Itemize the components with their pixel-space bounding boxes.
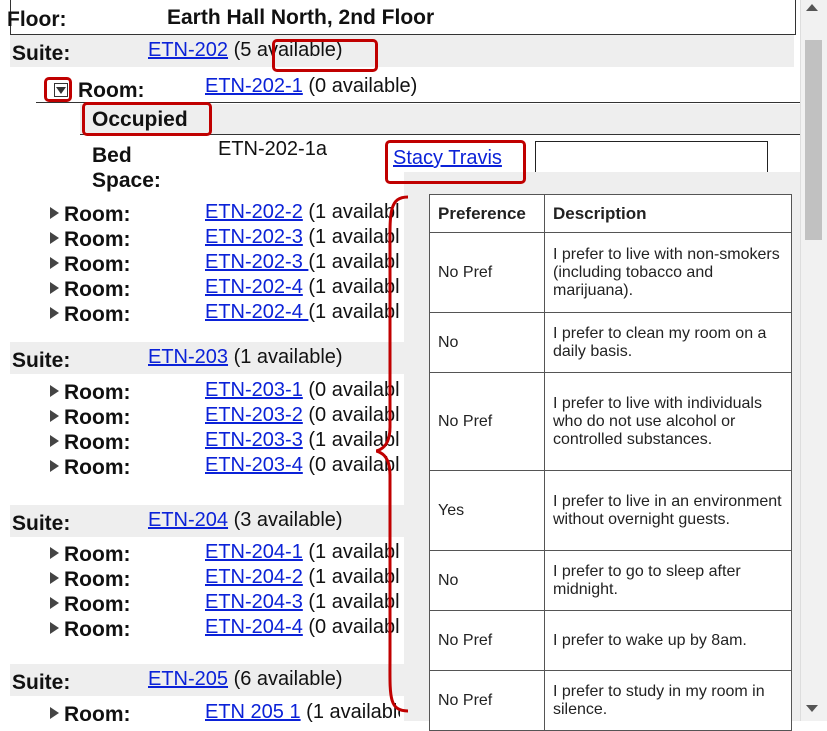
preference-value: No Pref	[429, 670, 545, 731]
expand-arrow-icon[interactable]	[50, 707, 59, 719]
room-availability: (0 available)	[308, 75, 418, 97]
highlight-occupied-status	[82, 102, 212, 136]
floor-name: Earth Hall North, 2nd Floor	[167, 6, 435, 29]
preference-description: I prefer to wake up by 8am.	[544, 610, 792, 671]
suite-label: Suite:	[12, 512, 71, 535]
preferences-table: Preference Description No Pref I prefer t…	[429, 194, 792, 731]
highlight-suite-availability	[272, 39, 378, 72]
preference-value: No	[429, 550, 545, 611]
expand-arrow-icon[interactable]	[50, 282, 59, 294]
room-link[interactable]: ETN-202-3	[205, 226, 303, 248]
room-link[interactable]: ETN-204-2	[205, 566, 303, 588]
table-header-row: Preference Description	[429, 194, 792, 233]
room-link[interactable]: ETN-204-1	[205, 541, 303, 563]
scroll-down-icon[interactable]	[806, 705, 818, 712]
table-row: No Pref I prefer to wake up by 8am.	[429, 610, 792, 671]
preference-column-header: Preference	[429, 194, 545, 233]
suite-availability: (6 available)	[233, 668, 343, 690]
suite-row: Suite: ETN-202 (5 available)	[10, 35, 794, 67]
room-link[interactable]: ETN-202-1	[205, 75, 303, 97]
expand-arrow-icon[interactable]	[50, 207, 59, 219]
suite-label: Suite:	[12, 671, 71, 694]
room-row-expanded	[36, 71, 812, 103]
bracket-annotation	[376, 195, 409, 713]
bed-space-id: ETN-202-1a	[218, 138, 327, 160]
preference-value: Yes	[429, 470, 545, 551]
expand-arrow-icon[interactable]	[50, 257, 59, 269]
expand-arrow-icon[interactable]	[50, 307, 59, 319]
room-link[interactable]: ETN-202-2	[205, 201, 303, 223]
suite-link[interactable]: ETN-204	[148, 509, 228, 531]
room-link[interactable]: ETN-202-3	[205, 251, 308, 273]
highlight-occupant-link	[385, 140, 526, 184]
preference-description: I prefer to live with non-smokers (inclu…	[544, 232, 792, 313]
expand-arrow-icon[interactable]	[50, 460, 59, 472]
suite-label: Suite:	[12, 349, 71, 372]
room-link[interactable]: ETN 205 1	[205, 701, 301, 723]
table-row: No I prefer to go to sleep after midnight…	[429, 550, 792, 611]
room-link[interactable]: ETN-203-2	[205, 404, 303, 426]
expand-arrow-icon[interactable]	[50, 232, 59, 244]
description-column-header: Description	[544, 194, 792, 233]
bed-space-label: Bed Space:	[92, 144, 161, 192]
expand-arrow-icon[interactable]	[50, 622, 59, 634]
scroll-up-icon[interactable]	[806, 4, 818, 11]
expand-arrow-icon[interactable]	[50, 547, 59, 559]
expand-arrow-icon[interactable]	[50, 385, 59, 397]
preference-value: No Pref	[429, 232, 545, 313]
table-row: Yes I prefer to live in an environment wi…	[429, 470, 792, 551]
preference-description: I prefer to live with individuals who do…	[544, 372, 792, 471]
expand-arrow-icon[interactable]	[50, 410, 59, 422]
expand-arrow-icon[interactable]	[50, 435, 59, 447]
suite-label: Suite:	[12, 42, 71, 65]
room-link[interactable]: ETN-204-4	[205, 616, 303, 638]
suite-link[interactable]: ETN-205	[148, 668, 228, 690]
room-link[interactable]: ETN-203-4	[205, 454, 303, 476]
suite-link[interactable]: ETN-203	[148, 346, 228, 368]
room-link[interactable]: ETN-202-4	[205, 276, 303, 298]
preference-description: I prefer to study in my room in silence.	[544, 670, 792, 731]
room-link[interactable]: ETN-203-3	[205, 429, 303, 451]
suite-link[interactable]: ETN-202	[148, 39, 228, 61]
highlight-collapse-toggle	[44, 77, 72, 102]
preference-value: No Pref	[429, 372, 545, 471]
preference-value: No Pref	[429, 610, 545, 671]
table-row: No Pref I prefer to live with non-smokers…	[429, 232, 792, 313]
room-link[interactable]: ETN-204-3	[205, 591, 303, 613]
preference-description: I prefer to live in an environment witho…	[544, 470, 792, 551]
table-row: No I prefer to clean my room on a daily b…	[429, 312, 792, 373]
scrollbar-thumb[interactable]	[805, 40, 822, 240]
room-link[interactable]: ETN-203-1	[205, 379, 303, 401]
expand-arrow-icon[interactable]	[50, 597, 59, 609]
preference-value: No	[429, 312, 545, 373]
suite-availability: (3 available)	[233, 509, 343, 531]
preferences-popup: Preference Description No Pref I prefer t…	[404, 172, 812, 731]
expand-arrow-icon[interactable]	[50, 572, 59, 584]
table-row: No Pref I prefer to study in my room in s…	[429, 670, 792, 731]
preference-description: I prefer to go to sleep after midnight.	[544, 550, 792, 611]
table-row: No Pref I prefer to live with individuals…	[429, 372, 792, 471]
room-link[interactable]: ETN-202-4	[205, 301, 308, 323]
preference-description: I prefer to clean my room on a daily bas…	[544, 312, 792, 373]
room-label: Room:	[78, 79, 145, 102]
suite-availability: (1 available)	[233, 346, 343, 368]
floor-label: Floor:	[7, 8, 67, 31]
